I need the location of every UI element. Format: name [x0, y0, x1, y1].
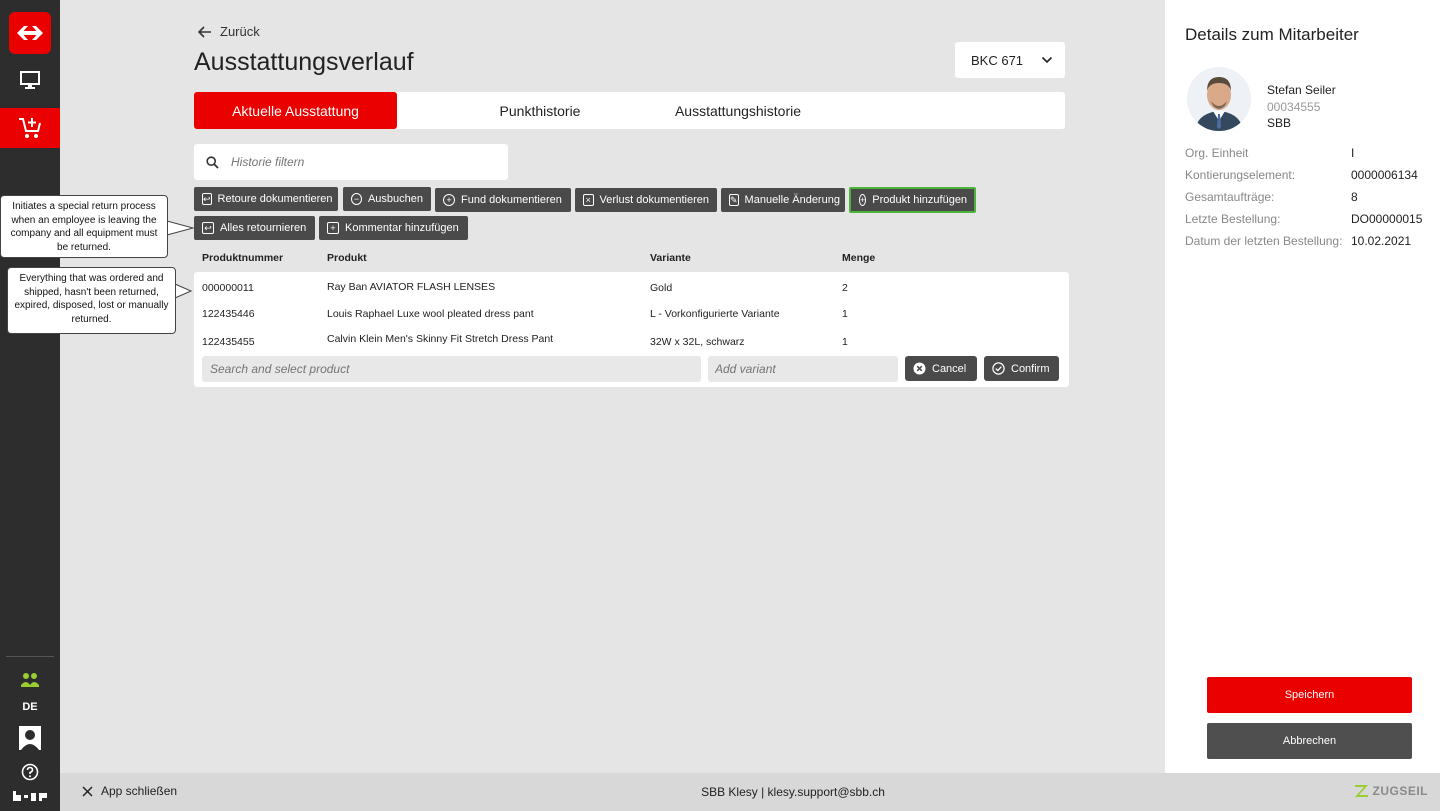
cell-produktnummer: 122435446 [202, 308, 255, 320]
cell-produktnummer: 000000011 [202, 282, 254, 294]
button-label: Kommentar hinzufügen [345, 222, 459, 234]
cell-menge: 1 [842, 336, 848, 348]
column-header-menge[interactable]: Menge [842, 252, 875, 264]
confirm-add-button[interactable]: Confirm [984, 356, 1059, 381]
panel-title: Details zum Mitarbeiter [1185, 25, 1359, 44]
employee-company: SBB [1267, 116, 1292, 130]
cell-menge: 2 [842, 282, 848, 294]
ausbuchen-button[interactable]: − Ausbuchen [343, 187, 431, 211]
table-info-callout: Everything that was ordered and shipped,… [7, 267, 176, 334]
produkt-hinzufuegen-button[interactable]: + Produkt hinzufügen [849, 187, 976, 213]
trash-crossed-icon: × [583, 194, 594, 206]
verlust-dokumentieren-button[interactable]: × Verlust dokumentieren [575, 188, 717, 212]
support-info: SBB Klesy | klesy.support@sbb.ch [701, 785, 885, 799]
search-icon [206, 155, 219, 169]
cell-variante: L - Vorkonfigurierte Variante [650, 308, 780, 320]
zugseil-logo-icon [1355, 785, 1369, 797]
return-all-callout: Initiates a special return process when … [0, 195, 168, 258]
employee-name: Stefan Seiler [1267, 83, 1336, 97]
detail-value: I [1351, 146, 1355, 160]
employee-details-panel: Details zum Mitarbeiter Stefan Seiler 00… [1165, 0, 1440, 773]
button-label: Retoure dokumentieren [217, 193, 333, 205]
employee-id: 00034555 [1267, 100, 1321, 114]
button-label: Alles retournieren [220, 222, 307, 234]
rail-divider [6, 656, 54, 657]
cell-variante: 32W x 32L, schwarz [650, 336, 745, 348]
manuelle-aenderung-button[interactable]: ✎ Manuelle Änderung [721, 188, 845, 212]
product-search-input[interactable] [202, 356, 701, 382]
back-link[interactable]: Zurück [198, 24, 260, 39]
history-filter [194, 144, 508, 180]
team-icon[interactable] [0, 660, 60, 700]
retoure-dokumentieren-button[interactable]: ↩ Retoure dokumentieren [194, 187, 338, 211]
detail-value: DO00000015 [1351, 212, 1423, 226]
tab-bar: Aktuelle Ausstattung Punkthistorie Ausst… [194, 92, 1065, 129]
kommentar-hinzufuegen-button[interactable]: + Kommentar hinzufügen [319, 216, 468, 240]
cancel-add-button[interactable]: Cancel [905, 356, 977, 381]
clipboard-return-icon: ↩ [202, 222, 214, 234]
cancel-button[interactable]: Abbrechen [1207, 723, 1412, 759]
page-title: Ausstattungsverlauf [194, 48, 414, 76]
history-filter-input[interactable] [231, 155, 481, 169]
chevron-down-icon [1041, 56, 1053, 64]
comment-plus-icon: + [327, 222, 339, 234]
minus-circle-icon: − [351, 193, 362, 205]
detail-label: Letzte Bestellung: [1185, 212, 1281, 226]
button-label: Fund dokumentieren [461, 194, 562, 206]
column-header-produktnummer[interactable]: Produktnummer [202, 252, 283, 264]
brand-logo: ZUGSEIL [1354, 784, 1428, 798]
plus-circle-icon: + [859, 194, 867, 206]
plus-circle-icon: + [443, 194, 455, 206]
brand-name: ZUGSEIL [1372, 784, 1428, 798]
cell-produkt: Louis Raphael Luxe wool pleated dress pa… [327, 308, 534, 320]
button-label: Verlust dokumentieren [599, 194, 709, 206]
cell-variante: Gold [650, 282, 673, 294]
fund-dokumentieren-button[interactable]: + Fund dokumentieren [435, 188, 571, 212]
variant-input[interactable] [708, 356, 898, 382]
tab-aktuelle-ausstattung[interactable]: Aktuelle Ausstattung [194, 92, 397, 129]
unit-select[interactable]: BKC 671 [955, 42, 1065, 78]
detail-label: Gesamtaufträge: [1185, 190, 1275, 204]
button-label: Manuelle Änderung [744, 194, 840, 206]
cancel-add-label: Cancel [932, 362, 967, 375]
alles-retournieren-button[interactable]: ↩ Alles retournieren [194, 216, 315, 240]
detail-value: 8 [1351, 190, 1358, 204]
column-header-produkt[interactable]: Produkt [327, 252, 367, 264]
detail-value: 10.02.2021 [1351, 234, 1412, 248]
cell-produkt: Calvin Klein Men's Skinny Fit Stretch Dr… [327, 333, 554, 345]
detail-label: Org. Einheit [1185, 146, 1249, 160]
avatar [1187, 67, 1251, 131]
unit-select-value: BKC 671 [971, 52, 1024, 68]
cell-produkt: Ray Ban AVIATOR FLASH LENSES [327, 281, 496, 293]
clipboard-return-icon: ↩ [202, 193, 212, 205]
button-label: Produkt hinzufügen [872, 194, 968, 206]
close-circle-icon [913, 362, 926, 375]
footer-bar: App schließen SBB Klesy | klesy.support@… [60, 773, 1440, 811]
detail-label: Datum der letzten Bestellung: [1185, 234, 1343, 248]
arrow-left-icon [198, 25, 211, 38]
save-button[interactable]: Speichern [1207, 677, 1412, 713]
app-brand-icon [0, 776, 60, 811]
confirm-add-label: Confirm [1011, 362, 1050, 375]
cell-menge: 1 [842, 308, 848, 320]
cell-produktnummer: 122435455 [202, 336, 255, 348]
column-header-variante[interactable]: Variante [650, 252, 691, 264]
button-label: Ausbuchen [367, 193, 423, 205]
check-circle-icon [992, 362, 1005, 375]
tab-punkthistorie[interactable]: Punkthistorie [440, 92, 640, 129]
language-switch[interactable]: DE [0, 701, 60, 713]
edit-square-icon: ✎ [729, 194, 739, 206]
tab-ausstattungshistorie[interactable]: Ausstattungshistorie [658, 92, 818, 129]
detail-value: 0000006134 [1351, 168, 1418, 182]
detail-label: Kontierungselement: [1185, 168, 1296, 182]
back-label: Zurück [220, 24, 260, 39]
